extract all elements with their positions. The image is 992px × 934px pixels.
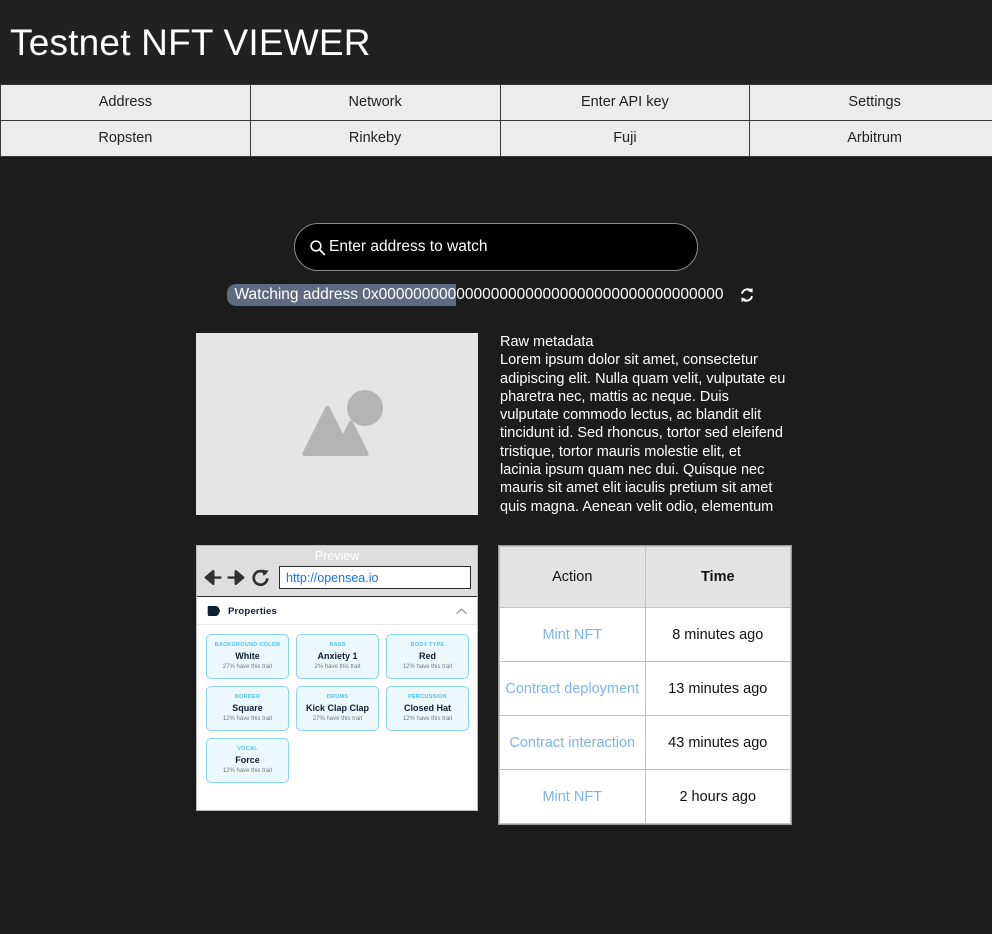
raw-metadata-body: Lorem ipsum dolor sit amet, consectetur … (500, 352, 786, 515)
properties-header[interactable]: Properties (197, 597, 477, 625)
nav-item-address[interactable]: Address (0, 84, 251, 121)
search-section (0, 223, 992, 271)
trait-type: BODY TYPE (410, 642, 445, 648)
table-row: Mint NFT 8 minutes ago (499, 607, 791, 662)
search-icon (310, 239, 326, 255)
search-bar[interactable] (294, 223, 698, 271)
trait-card[interactable]: DRUMS Kick Clap Clap 27% have this trait (296, 686, 379, 731)
nav-item-settings[interactable]: Settings (749, 84, 992, 121)
trait-rarity: 2% have this trait (314, 664, 361, 670)
activity-table-card: Action Time Mint NFT 8 minutes ago Contr… (498, 545, 792, 825)
page-title: Testnet NFT VIEWER (10, 21, 371, 63)
nav-item-ropsten[interactable]: Ropsten (0, 120, 251, 157)
trait-rarity: 12% have this trait (222, 716, 273, 722)
nav-row-primary: Address Network Enter API key Settings (0, 84, 992, 121)
nft-image-placeholder (196, 333, 478, 515)
trait-card[interactable]: BASS Anxiety 1 2% have this trait (296, 634, 379, 679)
activity-time: 13 minutes ago (644, 661, 791, 716)
trait-rarity: 12% have this trait (222, 768, 273, 774)
trait-type: DRUMS (326, 694, 349, 700)
activity-action-link[interactable]: Mint NFT (499, 769, 646, 824)
trait-rarity: 27% have this trait (312, 716, 363, 722)
trait-card[interactable]: BODY TYPE Red 12% have this trait (386, 634, 469, 679)
trait-rarity: 27% have this trait (222, 664, 273, 670)
raw-metadata-title: Raw metadata (500, 334, 594, 350)
trait-value: Force (235, 755, 260, 765)
column-header-time: Time (644, 546, 791, 608)
image-placeholder-icon (302, 390, 383, 456)
reload-icon[interactable] (251, 568, 270, 587)
nav-row-networks: Ropsten Rinkeby Fuji Arbitrum (0, 120, 992, 157)
watching-address-text: Watching address 0x000000000000000000000… (226, 284, 724, 306)
nav-item-network[interactable]: Network (249, 84, 501, 121)
activity-action-link[interactable]: Mint NFT (499, 607, 646, 662)
preview-title: Preview (314, 549, 360, 563)
table-row: Contract deployment 13 minutes ago (499, 661, 791, 716)
app-header: Testnet NFT VIEWER (0, 0, 992, 84)
search-input[interactable] (329, 238, 683, 256)
nav-item-arbitrum[interactable]: Arbitrum (749, 120, 992, 157)
trait-type: PERCUSSION (408, 694, 447, 700)
trait-card[interactable]: BACKGROUND COLOR White 27% have this tra… (206, 634, 289, 679)
watching-address-row: Watching address 0x000000000000000000000… (0, 284, 992, 306)
detail-row: Preview Properties (0, 545, 992, 825)
activity-action-link[interactable]: Contract interaction (499, 715, 646, 770)
trait-value: Kick Clap Clap (305, 703, 370, 713)
browser-toolbar (203, 566, 471, 589)
nav-item-api-key[interactable]: Enter API key (499, 84, 751, 121)
trait-type: BORDER (234, 694, 261, 700)
trait-type: BACKGROUND COLOR (214, 642, 281, 648)
trait-value: Red (418, 651, 436, 661)
activity-action-link[interactable]: Contract deployment (499, 661, 646, 716)
arrow-right-icon[interactable] (227, 568, 246, 587)
trait-rarity: 12% have this trait (402, 664, 453, 670)
trait-value: Square (232, 703, 263, 713)
trait-value: Closed Hat (403, 703, 451, 713)
url-input[interactable] (279, 566, 471, 589)
watching-address-highlight: Watching address 0x000000000 (226, 284, 457, 306)
table-row: Contract interaction 43 minutes ago (499, 715, 791, 770)
nav-item-rinkeby[interactable]: Rinkeby (249, 120, 501, 157)
activity-header-row: Action Time (499, 546, 791, 608)
table-row: Mint NFT 2 hours ago (499, 769, 791, 824)
activity-time: 43 minutes ago (644, 715, 791, 770)
arrow-left-icon[interactable] (203, 568, 222, 587)
properties-grid: BACKGROUND COLOR White 27% have this tra… (197, 625, 477, 810)
chevron-up-icon[interactable] (456, 607, 467, 615)
tag-icon (207, 606, 221, 616)
refresh-icon[interactable] (737, 285, 757, 305)
raw-metadata-block: Raw metadata Lorem ipsum dolor sit amet,… (500, 333, 786, 515)
trait-type: BASS (329, 642, 346, 648)
activity-time: 2 hours ago (644, 769, 791, 824)
trait-card[interactable]: PERCUSSION Closed Hat 12% have this trai… (386, 686, 469, 731)
trait-card[interactable]: BORDER Square 12% have this trait (206, 686, 289, 731)
trait-rarity: 12% have this trait (402, 716, 453, 722)
browser-chrome: Preview (197, 546, 477, 597)
activity-time: 8 minutes ago (644, 607, 791, 662)
trait-value: Anxiety 1 (317, 651, 358, 661)
nav-grid: Address Network Enter API key Settings R… (0, 84, 992, 157)
nft-overview-row: Raw metadata Lorem ipsum dolor sit amet,… (0, 333, 992, 515)
column-header-action: Action (499, 546, 646, 608)
trait-value: White (235, 651, 260, 661)
trait-card[interactable]: VOCAL Force 12% have this trait (206, 738, 289, 783)
activity-table: Action Time Mint NFT 8 minutes ago Contr… (499, 546, 791, 824)
watching-address-rest: 0000000000000000000000000000000 (456, 286, 724, 303)
properties-label: Properties (228, 605, 277, 617)
preview-card: Preview Properties (196, 545, 478, 811)
nav-item-fuji[interactable]: Fuji (499, 120, 751, 157)
trait-type: VOCAL (237, 746, 258, 752)
